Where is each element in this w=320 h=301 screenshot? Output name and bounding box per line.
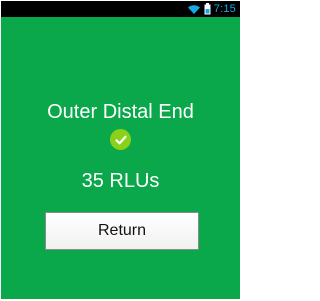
app-screen: 7:15 Outer Distal End 35 RLUs Return [1,1,240,299]
status-icons: 7:15 [187,2,236,16]
return-button[interactable]: Return [45,212,199,250]
success-check-icon [110,129,131,150]
check-icon [114,135,127,144]
status-bar: 7:15 [1,1,240,17]
status-time: 7:15 [213,3,236,15]
device-frame: 7:15 Outer Distal End 35 RLUs Return [0,0,242,301]
wifi-icon [187,5,200,14]
location-title: Outer Distal End [47,101,194,123]
rlu-reading: 35 RLUs [81,170,160,192]
battery-icon [204,3,211,15]
